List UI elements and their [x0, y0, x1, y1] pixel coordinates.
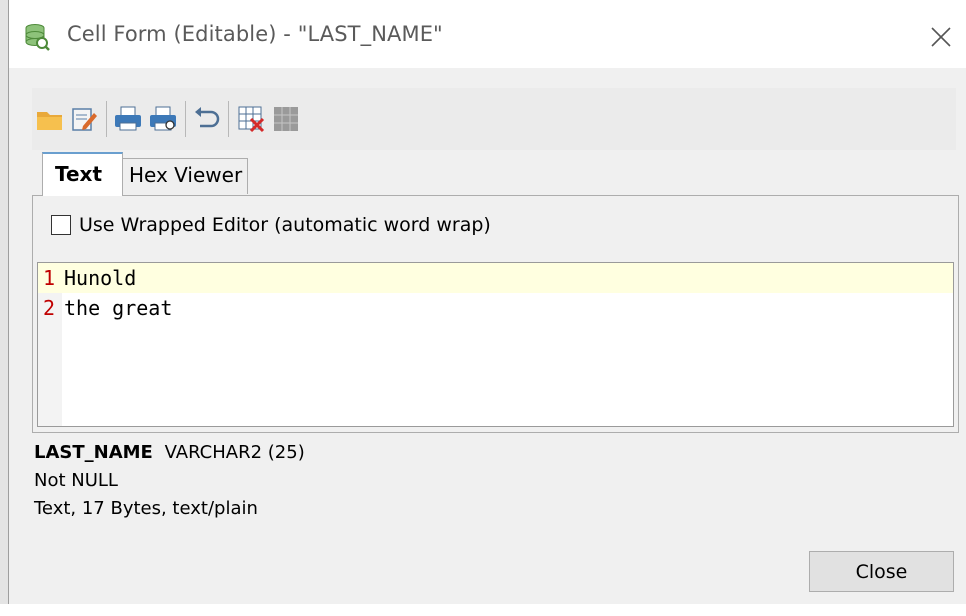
title-bar: Cell Form (Editable) - "LAST_NAME": [9, 0, 966, 68]
wrap-editor-option[interactable]: Use Wrapped Editor (automatic word wrap): [51, 214, 491, 236]
column-type: VARCHAR2 (25): [164, 442, 305, 463]
database-icon: [25, 24, 50, 51]
close-icon: [931, 27, 951, 47]
line-number: 1: [43, 266, 56, 290]
edit-icon[interactable]: [69, 104, 99, 134]
print-icon[interactable]: [113, 104, 143, 134]
line-number: 2: [43, 296, 56, 320]
close-button[interactable]: Close: [809, 551, 954, 592]
text-editor[interactable]: 1 Hunold 2 the great: [37, 262, 954, 427]
editor-line[interactable]: 2 the great: [38, 293, 953, 323]
toolbar-separator: [106, 101, 107, 137]
clear-grid-icon[interactable]: [236, 104, 266, 134]
wrap-editor-label: Use Wrapped Editor (automatic word wrap): [79, 214, 491, 236]
tab-hex-viewer[interactable]: Hex Viewer: [122, 158, 248, 194]
column-name: LAST_NAME: [34, 442, 153, 463]
background-window-strip: [0, 604, 966, 616]
content-info: Text, 17 Bytes, text/plain: [34, 498, 258, 519]
wrap-editor-checkbox[interactable]: [51, 215, 71, 235]
grid-icon[interactable]: [271, 104, 301, 134]
text-tab-panel: Use Wrapped Editor (automatic word wrap)…: [32, 195, 959, 433]
nullability: Not NULL: [34, 470, 118, 491]
window-title: Cell Form (Editable) - "LAST_NAME": [67, 22, 443, 46]
line-text: the great: [64, 296, 173, 320]
tab-text[interactable]: Text: [42, 152, 123, 196]
toolbar: [32, 88, 956, 150]
undo-icon[interactable]: [192, 104, 222, 134]
editor-line[interactable]: 1 Hunold: [38, 263, 953, 293]
toolbar-separator: [185, 101, 186, 137]
column-info: LAST_NAME VARCHAR2 (25): [34, 442, 305, 463]
open-folder-icon[interactable]: [35, 104, 65, 134]
line-text: Hunold: [64, 266, 137, 290]
title-close-button[interactable]: [916, 15, 966, 59]
print-preview-icon[interactable]: [148, 104, 178, 134]
toolbar-separator: [228, 101, 229, 137]
